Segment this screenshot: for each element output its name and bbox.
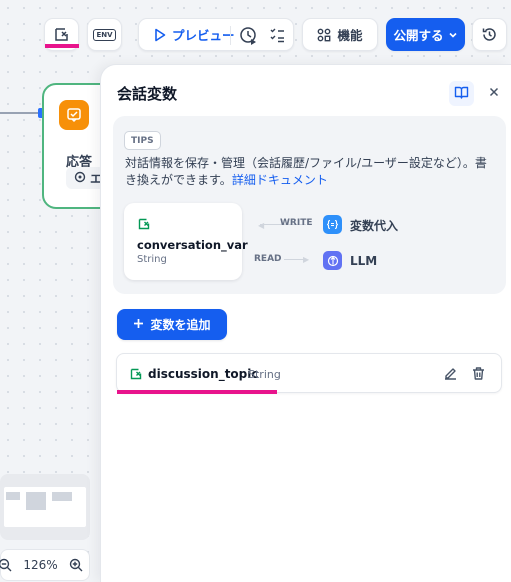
variable-name: discussion_topic: [148, 367, 259, 381]
checklist-icon: [269, 27, 286, 44]
preview-button[interactable]: プレビュー: [139, 19, 235, 50]
publish-label: 公開する: [393, 28, 444, 43]
features-button[interactable]: 機能: [302, 18, 378, 51]
selected-variable-indicator: [117, 390, 277, 394]
play-icon: [154, 28, 166, 42]
add-variable-button[interactable]: 変数を追加: [117, 309, 227, 340]
minimap-block: [6, 492, 20, 500]
zoom-in-button[interactable]: [69, 558, 83, 572]
zoom-out-icon: [0, 558, 12, 572]
book-open-icon: [454, 85, 469, 103]
zoom-in-icon: [69, 558, 83, 572]
chevron-down-icon: [448, 30, 458, 40]
trash-icon: [473, 367, 484, 380]
tips-box: TIPS 対話情報を保存・管理（会話履歴/ファイル/ユーザー設定など）。書き換え…: [113, 116, 506, 294]
conversation-variable-icon: [53, 26, 70, 43]
write-label: WRITE: [280, 218, 313, 228]
write-target: 変数代入: [350, 219, 399, 233]
plus-icon: [133, 318, 144, 332]
read-target: LLM: [350, 254, 378, 268]
add-variable-label: 変数を追加: [150, 318, 211, 332]
tips-text: 対話情報を保存・管理（会話履歴/ファイル/ユーザー設定など）。書き換えができます…: [125, 155, 495, 189]
example-var-name: conversation_var: [137, 238, 248, 252]
pencil-icon: [445, 368, 456, 380]
variable-type: String: [248, 368, 281, 381]
conversation-variable-icon: [137, 217, 151, 234]
zoom-out-button[interactable]: [0, 558, 12, 572]
example-var-type: String: [137, 254, 167, 265]
active-indicator: [45, 44, 79, 48]
llm-icon: [323, 251, 342, 270]
env-button[interactable]: ENV: [87, 18, 122, 51]
conversation-variables-panel: 会話変数 TIPS 対話情報を保存・管理（会話履歴/ファイル/ユーザー設定など）…: [100, 64, 511, 582]
variable-item[interactable]: discussion_topic String: [116, 353, 502, 393]
answer-node-icon: [59, 100, 89, 130]
history-icon: [481, 26, 498, 43]
docs-link[interactable]: 詳細ドキュメント: [232, 173, 328, 187]
conversation-variable-icon: [129, 367, 143, 384]
publish-button[interactable]: 公開する: [386, 18, 465, 51]
zoom-level[interactable]: 126%: [23, 558, 57, 572]
write-arrow-head: ◀: [258, 221, 265, 230]
variable-chip-icon: [74, 171, 86, 186]
zoom-controls: 126%: [0, 549, 90, 581]
run-history-button[interactable]: [239, 26, 258, 45]
env-icon: ENV: [93, 28, 116, 41]
tips-badge: TIPS: [124, 131, 161, 150]
read-label: READ: [254, 254, 282, 264]
edit-button[interactable]: [443, 366, 458, 384]
preview-group: プレビュー: [138, 18, 294, 51]
version-history-button[interactable]: [472, 18, 507, 51]
minimap-block: [26, 492, 46, 510]
features-label: 機能: [337, 28, 363, 43]
read-arrow-head: ▶: [303, 255, 310, 264]
workflow-edge: [0, 112, 42, 114]
features-icon: [317, 28, 331, 42]
checklist-button[interactable]: [269, 27, 286, 44]
delete-button[interactable]: [471, 366, 486, 384]
variable-assigner-icon: [323, 215, 342, 234]
close-icon: [489, 86, 499, 100]
close-button[interactable]: [484, 83, 504, 103]
clock-play-icon: [239, 26, 258, 45]
preview-label: プレビュー: [172, 28, 235, 43]
minimap-block: [52, 492, 72, 501]
example-variable-card: conversation_var String: [124, 203, 248, 280]
panel-title: 会話変数: [117, 85, 178, 103]
docs-button[interactable]: [449, 81, 474, 106]
